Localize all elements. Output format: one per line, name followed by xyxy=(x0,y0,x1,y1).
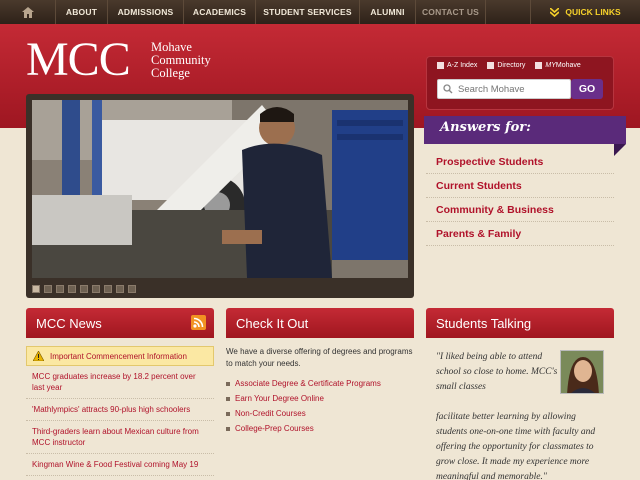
bullet-icon xyxy=(226,426,230,431)
mymohave-label: Mohave xyxy=(555,62,581,69)
check-it-out-header: Check It Out xyxy=(226,308,414,338)
news-item[interactable]: Third-graders learn about Mexican cultur… xyxy=(26,421,214,454)
directory-link[interactable]: Directory xyxy=(487,62,525,69)
top-nav: ABOUT ADMISSIONS ACADEMICS STUDENT SERVI… xyxy=(0,0,640,24)
students-talking-title: Students Talking xyxy=(436,315,532,331)
news-title: MCC News xyxy=(36,315,102,331)
news-item[interactable]: Kingman Wine & Food Festival coming May … xyxy=(26,454,214,476)
slide-dot[interactable] xyxy=(92,285,100,293)
check-item-associate-degree[interactable]: Associate Degree & Certificate Programs xyxy=(226,376,414,391)
notice-label: Important Commencement Information xyxy=(50,351,187,361)
slide-dot[interactable] xyxy=(104,285,112,293)
az-index-icon xyxy=(437,62,444,69)
rss-icon[interactable] xyxy=(191,315,206,330)
az-index-label: A-Z Index xyxy=(447,62,478,69)
check-item-label: Associate Degree & Certificate Programs xyxy=(235,379,381,388)
mymohave-link[interactable]: MYMohave xyxy=(535,62,581,69)
answers-current-students[interactable]: Current Students xyxy=(426,174,614,198)
student-quote-part-2: facilitate better learning by allowing s… xyxy=(436,412,596,480)
answers-parents-family[interactable]: Parents & Family xyxy=(426,222,614,246)
warning-icon xyxy=(33,351,44,361)
slide-dot[interactable] xyxy=(80,285,88,293)
bullet-icon xyxy=(226,411,230,416)
search-field[interactable] xyxy=(437,79,571,99)
directory-icon xyxy=(487,62,495,69)
student-avatar xyxy=(560,350,604,394)
check-it-out-list: Associate Degree & Certificate Programs … xyxy=(226,376,414,436)
nav-student-services[interactable]: STUDENT SERVICES xyxy=(256,0,360,24)
quick-links-button[interactable]: QUICK LINKS xyxy=(530,0,640,24)
check-item-label: Earn Your Degree Online xyxy=(235,394,324,403)
slide-dot[interactable] xyxy=(68,285,76,293)
bullet-icon xyxy=(226,381,230,386)
check-it-out-column: Check It Out We have a diverse offering … xyxy=(226,308,414,436)
answers-for-title: Answers for: xyxy=(440,120,531,135)
news-item[interactable]: 'Mathlympics' attracts 90-plus high scho… xyxy=(26,399,214,421)
nav-academics[interactable]: ACADEMICS xyxy=(184,0,256,24)
student-quote-part-1: "I liked being able to attend school so … xyxy=(436,352,558,392)
go-button[interactable]: GO xyxy=(571,79,603,99)
home-button[interactable] xyxy=(0,0,56,24)
slide-dot[interactable] xyxy=(56,285,64,293)
banner-fold xyxy=(614,144,626,156)
logo-mcc[interactable]: MCC xyxy=(26,36,131,84)
search-panel: A-Z Index Directory MYMohave GO xyxy=(426,56,614,110)
check-it-out-intro: We have a diverse offering of degrees an… xyxy=(226,347,413,368)
news-item[interactable]: MCC graduates increase by 18.2 percent o… xyxy=(26,366,214,399)
commencement-notice[interactable]: Important Commencement Information xyxy=(26,346,214,366)
nav-alumni[interactable]: ALUMNI xyxy=(360,0,416,24)
search-icon xyxy=(443,84,453,94)
home-icon xyxy=(21,6,34,18)
answers-prospective-students[interactable]: Prospective Students xyxy=(426,150,614,174)
slide-dot[interactable] xyxy=(128,285,136,293)
logo-line-3: College xyxy=(151,66,190,80)
check-item-online-degree[interactable]: Earn Your Degree Online xyxy=(226,391,414,406)
double-chevron-down-icon xyxy=(550,7,560,17)
nav-contact-us[interactable]: CONTACT US xyxy=(416,0,486,24)
mymohave-my: MY xyxy=(545,62,556,69)
slide-dot[interactable] xyxy=(32,285,40,293)
answers-for-banner: Answers for: xyxy=(424,116,626,144)
search-input[interactable] xyxy=(458,83,568,95)
check-item-non-credit[interactable]: Non-Credit Courses xyxy=(226,406,414,421)
az-index-link[interactable]: A-Z Index xyxy=(437,62,477,69)
check-it-out-title: Check It Out xyxy=(236,315,309,331)
answers-community-business[interactable]: Community & Business xyxy=(426,198,614,222)
quick-links-label: QUICK LINKS xyxy=(565,7,621,17)
slide-dot[interactable] xyxy=(116,285,124,293)
check-item-label: College-Prep Courses xyxy=(235,424,314,433)
nav-admissions[interactable]: ADMISSIONS xyxy=(108,0,184,24)
check-item-college-prep[interactable]: College-Prep Courses xyxy=(226,421,414,436)
bullet-icon xyxy=(226,396,230,401)
news-header: MCC News xyxy=(26,308,214,338)
logo-college-name[interactable]: Mohave Community College xyxy=(151,41,211,80)
students-talking-header: Students Talking xyxy=(426,308,614,338)
students-talking-column: Students Talking "I liked being able to … xyxy=(426,308,614,480)
slideshow-photo xyxy=(32,100,408,278)
slideshow xyxy=(26,94,414,298)
check-item-label: Non-Credit Courses xyxy=(235,409,306,418)
slideshow-dots xyxy=(32,285,136,293)
nav-about[interactable]: ABOUT xyxy=(56,0,108,24)
slide-dot[interactable] xyxy=(44,285,52,293)
news-column: MCC News Important Commencement Informat… xyxy=(26,308,214,476)
answers-for-list: Prospective Students Current Students Co… xyxy=(426,150,614,246)
directory-label: Directory xyxy=(497,62,526,69)
mymohave-icon xyxy=(535,62,543,69)
